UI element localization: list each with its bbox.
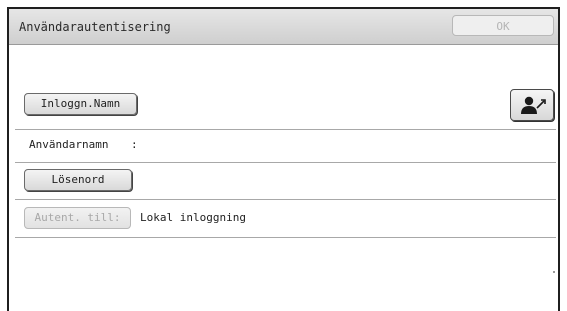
divider bbox=[15, 129, 556, 130]
dialog-title: Användarautentisering bbox=[19, 20, 171, 34]
user-select-button[interactable] bbox=[510, 89, 554, 121]
login-name-button[interactable]: Inloggn.Namn bbox=[24, 93, 137, 115]
divider bbox=[15, 199, 556, 200]
auth-dialog: Användarautentisering OK Inloggn.Namn An… bbox=[7, 7, 560, 311]
divider bbox=[15, 162, 556, 163]
ok-button[interactable]: OK bbox=[452, 15, 554, 36]
auth-to-value: Lokal inloggning bbox=[140, 211, 246, 224]
user-select-icon bbox=[521, 96, 546, 114]
username-separator: : bbox=[131, 138, 138, 151]
username-label: Användarnamn bbox=[29, 138, 109, 151]
password-button[interactable]: Lösenord bbox=[24, 169, 132, 191]
title-bar: Användarautentisering OK bbox=[9, 9, 558, 45]
divider bbox=[15, 237, 556, 238]
scroll-marker bbox=[553, 271, 555, 273]
auth-to-button: Autent. till: bbox=[24, 207, 131, 229]
